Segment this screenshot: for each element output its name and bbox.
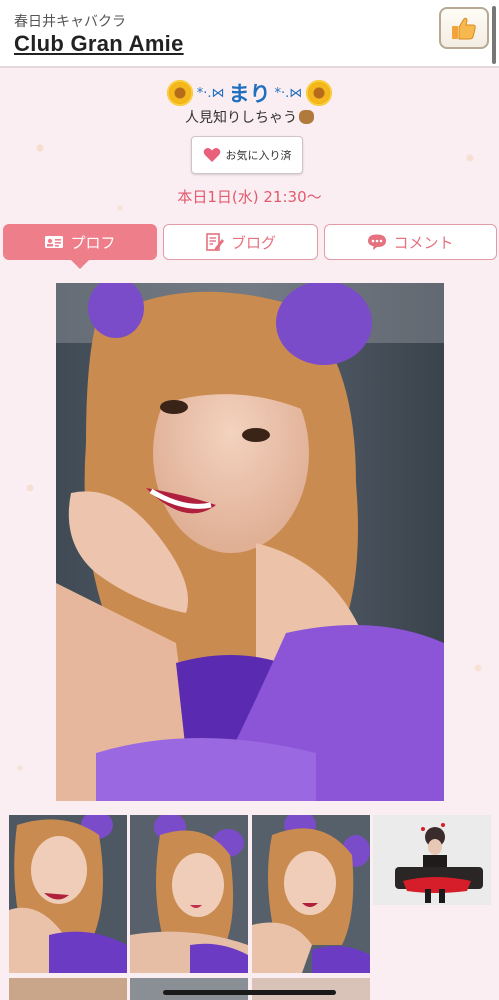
thumbnail-photo-5[interactable] <box>9 978 127 1000</box>
thumbnail-image <box>130 815 248 973</box>
tab-blog[interactable]: ブログ <box>163 224 318 260</box>
sunflower-icon <box>166 80 193 106</box>
cast-tagline: 人見知りしちゃう <box>0 107 499 127</box>
favorite-label: お気に入り済 <box>225 149 292 162</box>
heart-icon <box>203 148 220 162</box>
portrait-photo-image <box>56 283 444 801</box>
scrollbar[interactable] <box>492 6 496 64</box>
home-indicator <box>163 990 336 995</box>
cast-name: まり <box>228 82 271 106</box>
tab-profile-label: プロフ <box>70 233 116 252</box>
thumbs-up-icon <box>452 17 476 40</box>
thumbnail-photo-6[interactable] <box>130 978 248 1000</box>
thumbnail-photo-3[interactable] <box>252 815 370 973</box>
tab-comment-label: コメント <box>393 233 454 252</box>
tab-profile[interactable]: プロフ <box>3 224 157 269</box>
cast-name-row: *·.⋈ まり *·.⋈ <box>0 76 499 110</box>
site-title-link[interactable]: Club Gran Amie <box>14 31 184 57</box>
sunflower-icon <box>306 80 333 106</box>
thumbnail-photo-1[interactable] <box>9 815 127 973</box>
name-decoration-right: *·.⋈ <box>274 85 303 101</box>
work-schedule: 本日1日(水) 21:30〜 <box>177 188 322 206</box>
like-button[interactable] <box>439 7 489 49</box>
portrait-photo[interactable] <box>56 283 444 801</box>
thumbnail-image <box>373 815 491 973</box>
blog-edit-icon <box>206 233 224 251</box>
name-decoration-left: *·.⋈ <box>196 85 225 101</box>
thumbnail-photo-7[interactable] <box>252 978 370 1000</box>
thumbnail-image <box>9 815 127 973</box>
site-header: 春日井キャバクラ Club Gran Amie <box>0 0 499 68</box>
teddy-bear-icon <box>299 110 314 124</box>
site-subtitle: 春日井キャバクラ <box>14 14 126 30</box>
tab-blog-label: ブログ <box>230 233 276 252</box>
tagline-text: 人見知りしちゃう <box>185 110 297 126</box>
profile-card-icon <box>45 236 64 248</box>
tab-comment[interactable]: コメント <box>324 224 497 260</box>
thumbnail-image <box>252 815 370 973</box>
thumbnail-photo-4[interactable] <box>373 815 491 973</box>
comment-bubble-icon <box>368 234 387 250</box>
favorite-button[interactable]: お気に入り済 <box>191 136 303 174</box>
thumbnail-photo-2[interactable] <box>130 815 248 973</box>
